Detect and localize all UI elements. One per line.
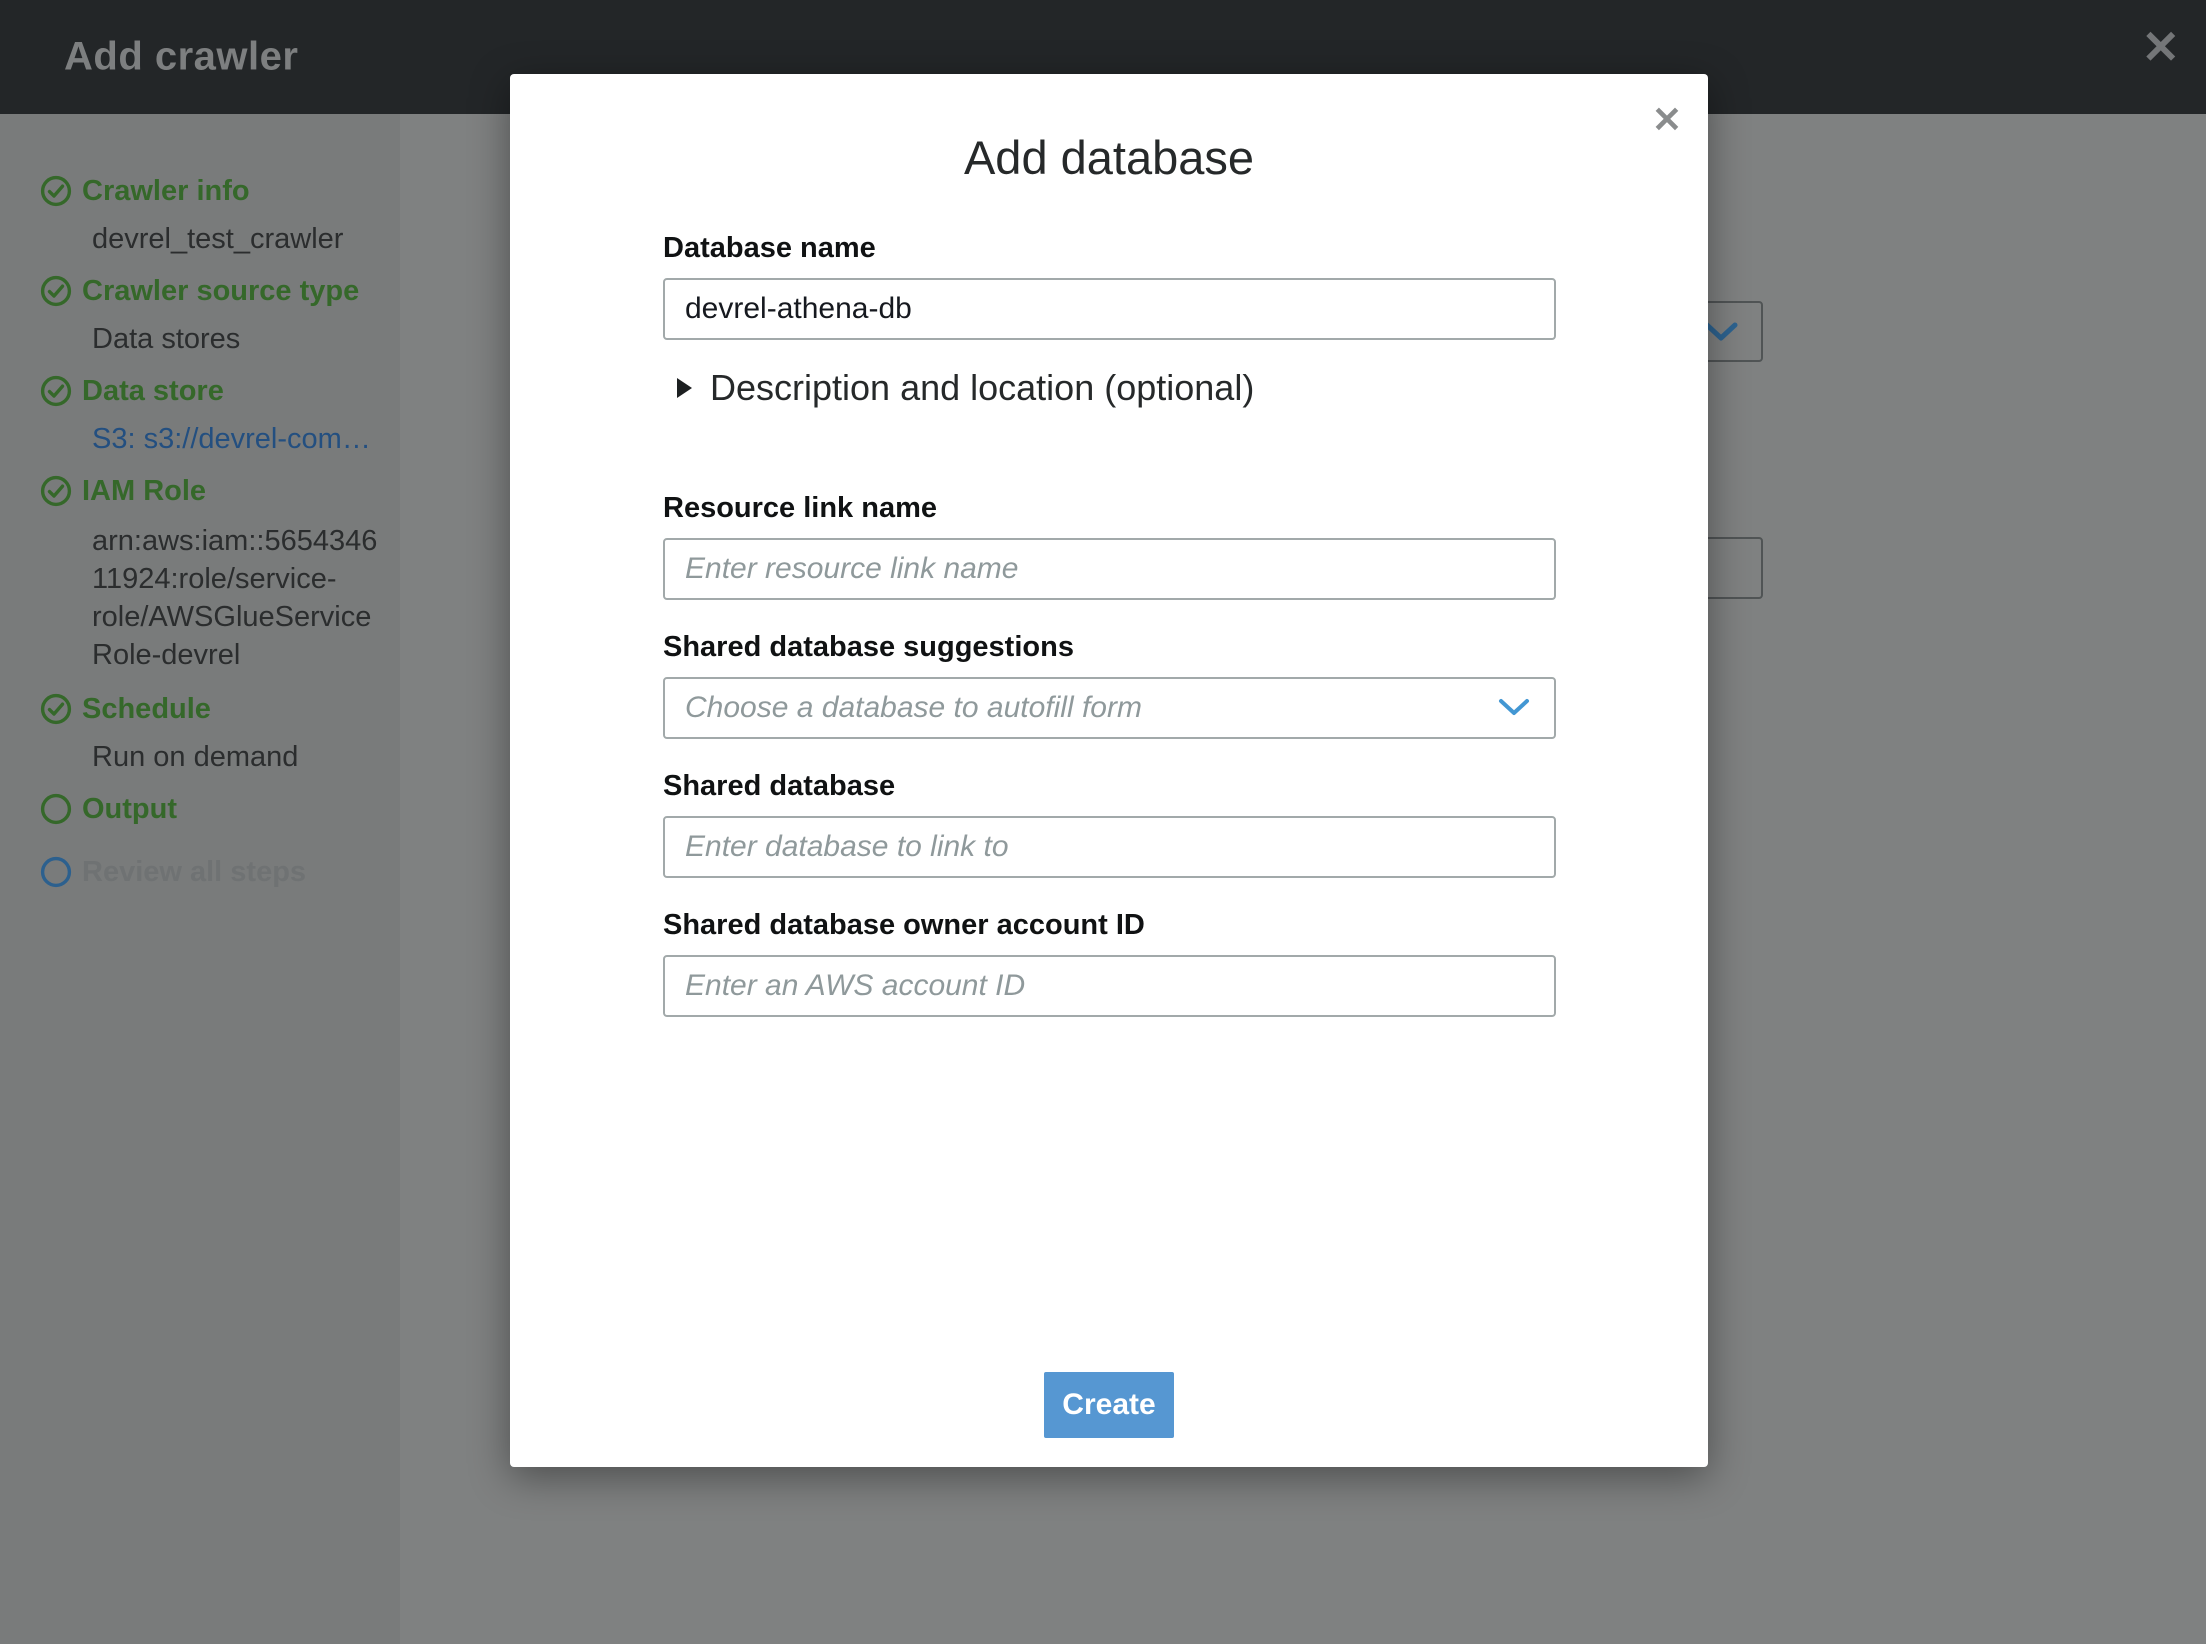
database-name-field-group: Database name bbox=[663, 231, 1556, 340]
step-label: Output bbox=[82, 793, 177, 826]
check-circle-icon bbox=[40, 375, 72, 407]
sidebar-item-iam-role[interactable]: IAM Role bbox=[40, 474, 390, 508]
sidebar-item-review-all-steps[interactable]: Review all steps bbox=[40, 855, 390, 889]
circle-icon bbox=[40, 856, 72, 888]
sidebar-item-crawler-info[interactable]: Crawler info bbox=[40, 174, 390, 208]
modal-close-icon[interactable]: ✕ bbox=[1652, 102, 1682, 138]
step-value: devrel_test_crawler bbox=[92, 222, 390, 256]
database-name-input[interactable] bbox=[663, 278, 1556, 340]
sidebar-item-output[interactable]: Output bbox=[40, 792, 390, 826]
resource-link-name-field-group: Resource link name bbox=[663, 491, 1556, 600]
page-title: Add crawler bbox=[64, 35, 298, 80]
sidebar-item-data-store[interactable]: Data store bbox=[40, 374, 390, 408]
check-circle-icon bbox=[40, 475, 72, 507]
shared-database-label: Shared database bbox=[663, 769, 1556, 803]
step-label: Data store bbox=[82, 375, 224, 408]
shared-database-field-group: Shared database bbox=[663, 769, 1556, 878]
check-circle-icon bbox=[40, 693, 72, 725]
page-close-icon[interactable]: ✕ bbox=[2141, 24, 2180, 70]
create-button[interactable]: Create bbox=[1044, 1372, 1174, 1438]
step-label: Crawler source type bbox=[82, 275, 359, 308]
database-name-label: Database name bbox=[663, 231, 1556, 265]
select-placeholder: Choose a database to autofill form bbox=[685, 691, 1142, 725]
description-location-expander[interactable]: Description and location (optional) bbox=[677, 370, 1556, 406]
sidebar-item-schedule[interactable]: Schedule bbox=[40, 692, 390, 726]
step-value: Data stores bbox=[92, 322, 390, 356]
sidebar-item-crawler-source-type[interactable]: Crawler source type bbox=[40, 274, 390, 308]
description-location-label: Description and location (optional) bbox=[710, 367, 1254, 409]
step-value-iam-arn: arn:aws:iam::565434611924:role/service-r… bbox=[92, 522, 390, 674]
step-label: Crawler info bbox=[82, 175, 250, 208]
add-database-modal: ✕ Add database Database name Description… bbox=[510, 74, 1708, 1467]
resource-link-name-input[interactable] bbox=[663, 538, 1556, 600]
chevron-down-icon bbox=[1703, 321, 1739, 343]
wizard-steps-sidebar: Crawler info devrel_test_crawler Crawler… bbox=[0, 114, 400, 1644]
check-circle-icon bbox=[40, 175, 72, 207]
shared-database-owner-field-group: Shared database owner account ID bbox=[663, 908, 1556, 1017]
shared-database-suggestions-label: Shared database suggestions bbox=[663, 630, 1556, 664]
check-circle-icon bbox=[40, 275, 72, 307]
step-label: IAM Role bbox=[82, 475, 206, 508]
step-value-s3-link[interactable]: S3: s3://devrel-com… bbox=[92, 422, 390, 456]
disclosure-triangle-icon bbox=[677, 378, 692, 398]
shared-database-suggestions-field-group: Shared database suggestions Choose a dat… bbox=[663, 630, 1556, 739]
circle-icon bbox=[40, 793, 72, 825]
chevron-down-icon bbox=[1498, 698, 1530, 718]
modal-title: Add database bbox=[510, 130, 1708, 186]
shared-database-owner-label: Shared database owner account ID bbox=[663, 908, 1556, 942]
step-value: Run on demand bbox=[92, 740, 390, 774]
resource-link-name-label: Resource link name bbox=[663, 491, 1556, 525]
add-database-form: Database name Description and location (… bbox=[510, 231, 1708, 1017]
step-label: Schedule bbox=[82, 693, 211, 726]
step-label: Review all steps bbox=[82, 856, 306, 889]
shared-database-owner-input[interactable] bbox=[663, 955, 1556, 1017]
shared-database-suggestions-select[interactable]: Choose a database to autofill form bbox=[663, 677, 1556, 739]
shared-database-input[interactable] bbox=[663, 816, 1556, 878]
